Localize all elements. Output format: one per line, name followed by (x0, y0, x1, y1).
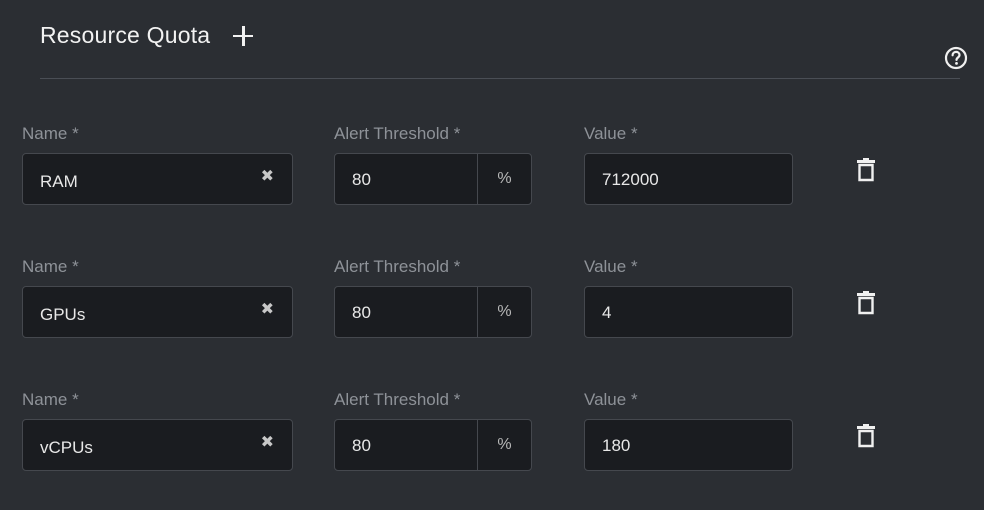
alert-threshold-value: 80 (352, 303, 371, 322)
value-field-value: 180 (602, 436, 631, 455)
name-field-value: vCPUs (40, 438, 93, 457)
quota-row: Name * Alert Threshold * Value * RAM ✖ 8… (0, 124, 984, 214)
value-field[interactable]: 4 (584, 286, 793, 338)
alert-threshold-label: Alert Threshold * (334, 124, 461, 143)
clear-icon[interactable]: ✖ (261, 166, 274, 186)
alert-threshold-label: Alert Threshold * (334, 257, 461, 276)
percent-suffix: % (477, 287, 531, 337)
name-field-value: GPUs (40, 305, 86, 324)
alert-threshold-field[interactable]: 80 % (334, 153, 532, 205)
value-field[interactable]: 180 (584, 419, 793, 471)
clear-icon[interactable]: ✖ (261, 299, 274, 319)
alert-threshold-value: 80 (352, 436, 371, 455)
value-label: Value * (584, 124, 638, 143)
section-header: Resource Quota (40, 22, 254, 49)
name-label: Name * (22, 390, 79, 409)
help-icon[interactable] (944, 46, 968, 70)
percent-suffix: % (477, 154, 531, 204)
value-label: Value * (584, 257, 638, 276)
name-field[interactable]: RAM ✖ (22, 153, 293, 205)
resource-quota-panel: Resource Quota Name * Alert Threshold * … (0, 0, 984, 510)
percent-suffix: % (477, 420, 531, 470)
trash-icon[interactable] (856, 424, 876, 448)
alert-threshold-field[interactable]: 80 % (334, 286, 532, 338)
value-label: Value * (584, 390, 638, 409)
value-field[interactable]: 712000 (584, 153, 793, 205)
quota-row: Name * Alert Threshold * Value * GPUs ✖ … (0, 257, 984, 347)
add-quota-button[interactable] (232, 25, 254, 47)
alert-threshold-field[interactable]: 80 % (334, 419, 532, 471)
quota-row: Name * Alert Threshold * Value * vCPUs ✖… (0, 390, 984, 480)
alert-threshold-label: Alert Threshold * (334, 390, 461, 409)
name-label: Name * (22, 124, 79, 143)
name-label: Name * (22, 257, 79, 276)
value-field-value: 712000 (602, 170, 659, 189)
name-field[interactable]: vCPUs ✖ (22, 419, 293, 471)
trash-icon[interactable] (856, 291, 876, 315)
trash-icon[interactable] (856, 158, 876, 182)
clear-icon[interactable]: ✖ (261, 432, 274, 452)
value-field-value: 4 (602, 303, 612, 322)
alert-threshold-value: 80 (352, 170, 371, 189)
section-title: Resource Quota (40, 22, 211, 48)
header-divider (40, 78, 960, 79)
name-field[interactable]: GPUs ✖ (22, 286, 293, 338)
name-field-value: RAM (40, 172, 78, 191)
